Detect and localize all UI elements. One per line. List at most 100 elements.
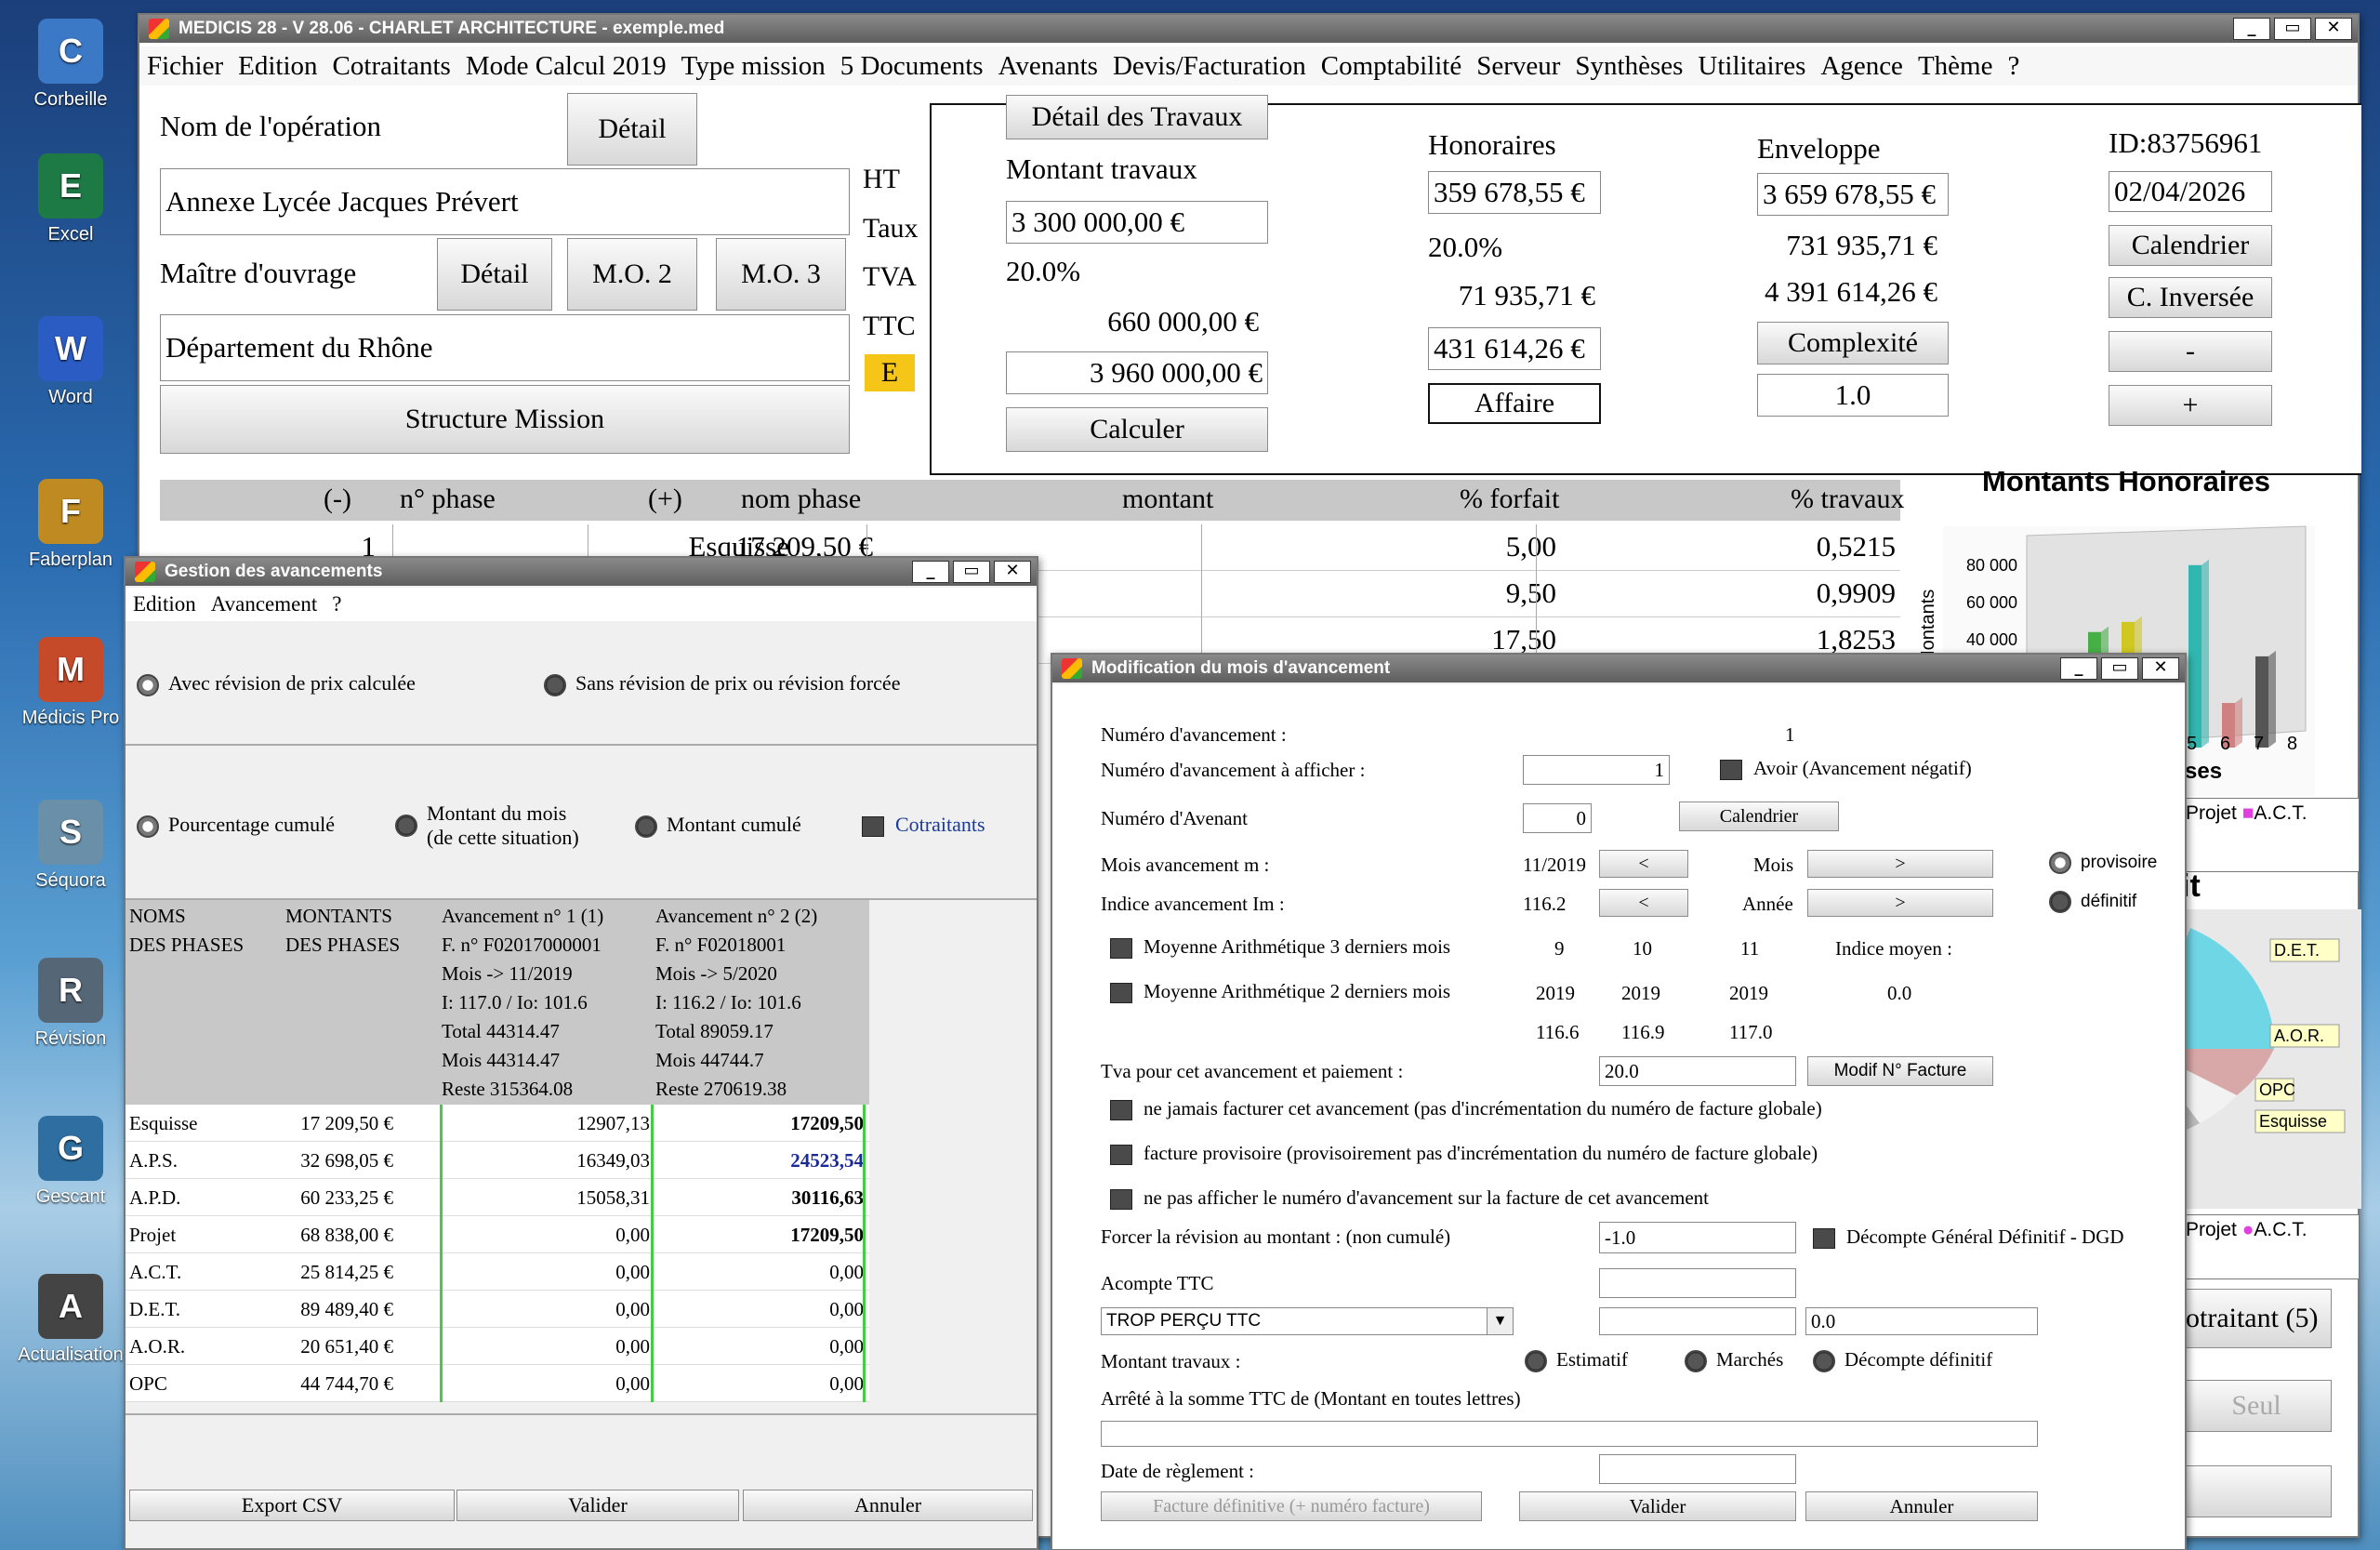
menu-item[interactable]: Cotraitants — [325, 51, 458, 82]
desktop-icon-faberplan-icon[interactable]: F Faberplan — [13, 479, 128, 571]
minimize-icon[interactable]: _ — [2060, 657, 2097, 680]
mo3-button[interactable]: M.O. 3 — [716, 238, 846, 311]
maximize-icon[interactable]: ▭ — [2101, 657, 2138, 680]
avancement-row[interactable]: Projet 68 838,00 €0,00 17209,50 — [126, 1216, 869, 1253]
c-inversee-button[interactable]: C. Inversée — [2109, 277, 2272, 318]
menu-item[interactable]: ? — [2000, 51, 2027, 82]
avancement-row[interactable]: A.C.T. 25 814,25 €0,00 0,00 — [126, 1253, 869, 1291]
avancements-menu-item[interactable]: Avancement — [204, 592, 325, 616]
minus-button[interactable]: - — [2109, 331, 2272, 372]
e-badge[interactable]: E — [865, 354, 915, 391]
facture-definitive-button[interactable]: Facture définitive (+ numéro facture) — [1101, 1491, 1482, 1521]
menu-item[interactable]: Mode Calcul 2019 — [458, 51, 674, 82]
minimize-icon[interactable]: _ — [912, 561, 949, 583]
opt-cotraitants[interactable]: Cotraitants — [862, 813, 985, 837]
avancement-row[interactable]: Esquisse 17 209,50 €12907,13 17209,50 — [126, 1105, 869, 1142]
forcer-field[interactable]: -1.0 — [1599, 1222, 1796, 1253]
calendrier-button[interactable]: Calendrier — [2109, 225, 2272, 266]
avenant-field[interactable]: 0 — [1523, 803, 1592, 833]
col-num-phase[interactable]: n° phase — [400, 484, 496, 515]
avoir-checkbox[interactable]: Avoir (Avancement négatif) — [1720, 757, 1972, 781]
enveloppe-ht-field[interactable]: 3 659 678,55 € — [1757, 173, 1949, 216]
maximize-icon[interactable]: ▭ — [953, 561, 990, 583]
avancement-1-cell[interactable]: 0,00 — [615, 1372, 650, 1396]
radio-definitif[interactable]: définitif — [2049, 891, 2136, 913]
opt-pourcentage-cumule[interactable]: Pourcentage cumulé — [137, 813, 335, 838]
menu-item[interactable]: Utilitaires — [1690, 51, 1813, 82]
avancement-1-cell[interactable]: 0,00 — [615, 1224, 650, 1247]
arrete-field[interactable] — [1101, 1421, 2038, 1447]
opt-montant-mois[interactable]: Montant du mois (de cette situation) — [395, 801, 579, 850]
col-plus[interactable]: (+) — [648, 484, 682, 515]
avancement-1-cell[interactable]: 15058,31 — [576, 1186, 650, 1210]
avancements-valider-button[interactable]: Valider — [456, 1490, 739, 1521]
modif-annuler-button[interactable]: Annuler — [1805, 1491, 2038, 1521]
date-reglement-field[interactable] — [1599, 1454, 1796, 1484]
cotraitant-button[interactable]: otraitant (5) — [2181, 1289, 2332, 1348]
avancement-1-cell[interactable]: 0,00 — [615, 1261, 650, 1284]
menu-item[interactable]: Thème — [1911, 51, 2001, 82]
complexite-coef-field[interactable]: 1.0 — [1757, 374, 1949, 417]
desktop-icon-chart-icon[interactable]: M Médicis Pro — [13, 637, 128, 729]
minimize-icon[interactable]: _ — [2233, 18, 2270, 40]
avancement-row[interactable]: D.E.T. 89 489,40 €0,00 0,00 — [126, 1291, 869, 1328]
radio-avec-revision[interactable]: Avec révision de prix calculée — [137, 671, 416, 696]
desktop-icon-excel-icon[interactable]: E Excel — [13, 153, 128, 245]
trop-percu-value-field[interactable]: 0.0 — [1805, 1307, 2038, 1335]
maitre-ouvrage-field[interactable]: Département du Rhône — [160, 314, 850, 381]
menu-item[interactable]: Serveur — [1469, 51, 1567, 82]
chk-facture-provisoire[interactable]: facture provisoire (provisoirement pas d… — [1110, 1142, 1818, 1166]
desktop-icon-crane-icon[interactable]: G Gescant — [13, 1116, 128, 1208]
chk-jamais-facturer[interactable]: ne jamais facturer cet avancement (pas d… — [1110, 1097, 1822, 1121]
operation-detail-button[interactable]: Détail — [567, 93, 697, 166]
mois-prev-button[interactable]: < — [1599, 850, 1688, 878]
partial-button[interactable] — [2181, 1465, 2332, 1517]
modif-facture-button[interactable]: Modif N° Facture — [1807, 1056, 1993, 1086]
opt-montant-cumule[interactable]: Montant cumulé — [635, 813, 801, 838]
avancement-1-cell[interactable]: 16349,03 — [576, 1149, 650, 1172]
export-csv-button[interactable]: Export CSV — [129, 1490, 455, 1521]
menu-item[interactable]: Edition — [231, 51, 324, 82]
menu-item[interactable]: Fichier — [139, 51, 231, 82]
close-icon[interactable]: ✕ — [2142, 657, 2179, 680]
maximize-icon[interactable]: ▭ — [2274, 18, 2311, 40]
dropdown-arrow-icon[interactable]: ▼ — [1487, 1308, 1513, 1334]
avancement-row[interactable]: A.O.R. 20 651,40 €0,00 0,00 — [126, 1328, 869, 1365]
avancements-annuler-button[interactable]: Annuler — [743, 1490, 1033, 1521]
date-field[interactable]: 02/04/2026 — [2109, 171, 2272, 212]
num-afficher-field[interactable]: 1 — [1523, 755, 1670, 785]
close-icon[interactable]: ✕ — [2315, 18, 2352, 40]
travaux-ht-field[interactable]: 3 300 000,00 € — [1006, 201, 1268, 244]
menu-item[interactable]: Avenants — [991, 51, 1105, 82]
menu-item[interactable]: Type mission — [674, 51, 833, 82]
affaire-button[interactable]: Affaire — [1428, 383, 1601, 424]
detail-travaux-button[interactable]: Détail des Travaux — [1006, 95, 1268, 139]
avancement-row[interactable]: A.P.D. 60 233,25 €15058,31 30116,63 — [126, 1179, 869, 1216]
mois-next-button[interactable]: > — [1807, 850, 1993, 878]
acompte-field[interactable] — [1599, 1268, 1796, 1298]
trop-percu-select[interactable]: TROP PERÇU TTC ▼ — [1101, 1307, 1514, 1335]
radio-sans-revision[interactable]: Sans révision de prix ou révision forcée — [544, 671, 900, 696]
plus-button[interactable]: + — [2109, 385, 2272, 426]
mo-detail-button[interactable]: Détail — [437, 238, 552, 311]
modif-titlebar[interactable]: Modification du mois d'avancement _ ▭ ✕ — [1052, 655, 2185, 682]
radio-provisoire[interactable]: provisoire — [2049, 852, 2157, 874]
radio-decompte[interactable]: Décompte définitif — [1813, 1348, 1992, 1373]
trop-percu-amount-field[interactable] — [1599, 1307, 1796, 1335]
moy2-checkbox[interactable]: Moyenne Arithmétique 2 derniers mois — [1110, 980, 1450, 1004]
modif-valider-button[interactable]: Valider — [1519, 1491, 1796, 1521]
avancement-row[interactable]: OPC 44 744,70 €0,00 0,00 — [126, 1365, 869, 1402]
avancement-1-cell[interactable]: 0,00 — [615, 1335, 650, 1358]
complexite-button[interactable]: Complexité — [1757, 322, 1949, 364]
menu-item[interactable]: Synthèses — [1567, 51, 1690, 82]
col-minus[interactable]: (-) — [324, 484, 351, 515]
modif-calendrier-button[interactable]: Calendrier — [1679, 801, 1839, 831]
desktop-icon-word-icon[interactable]: W Word — [13, 316, 128, 408]
menu-item[interactable]: Agence — [1813, 51, 1911, 82]
main-titlebar[interactable]: MEDICIS 28 - V 28.06 - CHARLET ARCHITECT… — [139, 15, 2358, 43]
desktop-icon-recycle-bin-icon[interactable]: C Corbeille — [13, 19, 128, 111]
radio-marches[interactable]: Marchés — [1685, 1348, 1783, 1373]
moy3-checkbox[interactable]: Moyenne Arithmétique 3 derniers mois — [1110, 935, 1450, 960]
structure-mission-button[interactable]: Structure Mission — [160, 385, 850, 454]
menu-item[interactable]: Comptabilité — [1314, 51, 1469, 82]
